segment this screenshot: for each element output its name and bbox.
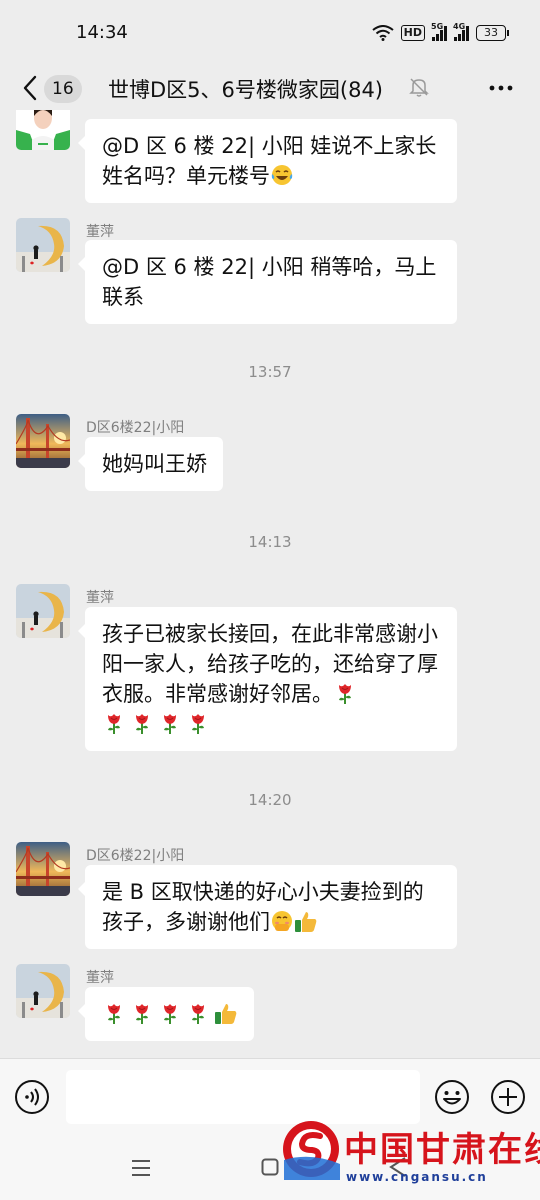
home-icon[interactable]: [261, 1158, 279, 1176]
input-bar: [0, 1058, 540, 1140]
rose-emoji-icon: [130, 711, 154, 735]
hd-icon: HD: [400, 25, 425, 41]
rose-emoji-icon: [186, 711, 210, 735]
status-bar: 14:34 HD 5G 4G 33: [0, 0, 540, 66]
message-text: 她妈叫王娇: [102, 452, 207, 476]
status-icons: HD 5G 4G 33: [372, 22, 509, 44]
wifi-icon: [372, 25, 394, 41]
crying-laughing-emoji-icon: [270, 163, 294, 187]
message-input[interactable]: [66, 1070, 420, 1124]
avatar[interactable]: [16, 414, 70, 468]
emoji-row: [102, 711, 210, 735]
sender-name: D区6楼22|小阳: [86, 420, 185, 436]
thumbs-up-emoji-icon: [294, 909, 318, 933]
status-time: 14:34: [76, 22, 128, 43]
message-bubble[interactable]: 她妈叫王娇: [78, 437, 223, 491]
message-text: 孩子已被家长接回，在此非常感谢小阳一家人，给孩子吃的，还给穿了厚衣服。非常感谢好…: [102, 622, 438, 706]
rose-emoji-icon: [158, 711, 182, 735]
sender-name: 董萍: [86, 590, 114, 606]
back-icon[interactable]: [388, 1156, 408, 1178]
thumbs-up-emoji-icon: [214, 1001, 238, 1025]
message-bubble[interactable]: @D 区 6 楼 22| 小阳 娃说不上家长姓名吗？单元楼号: [78, 119, 457, 203]
rose-emoji-icon: [130, 1001, 154, 1025]
avatar[interactable]: [16, 584, 70, 638]
mute-bell-icon: [409, 78, 429, 97]
rose-emoji-icon: [333, 681, 357, 705]
emoji-row: [102, 1001, 238, 1025]
menu-icon[interactable]: [130, 1158, 152, 1178]
avatar[interactable]: [16, 964, 70, 1018]
sender-name: 董萍: [86, 224, 114, 240]
avatar[interactable]: [16, 218, 70, 272]
sender-name: D区6楼22|小阳: [86, 848, 185, 864]
avatar[interactable]: [16, 842, 70, 896]
system-nav-bar: [0, 1140, 540, 1200]
back-chevron-icon[interactable]: [20, 72, 40, 104]
message-bubble[interactable]: [78, 987, 254, 1041]
message-bubble[interactable]: 是 B 区取快递的好心小夫妻捡到的孩子，多谢谢他们: [78, 865, 457, 949]
signal-5g-tag: 5G: [431, 22, 444, 31]
rose-emoji-icon: [102, 1001, 126, 1025]
message-bubble[interactable]: 孩子已被家长接回，在此非常感谢小阳一家人，给孩子吃的，还给穿了厚衣服。非常感谢好…: [78, 607, 457, 751]
message-text: 是 B 区取快递的好心小夫妻捡到的孩子，多谢谢他们: [102, 880, 424, 934]
signal-4g-tag: 4G: [453, 22, 466, 31]
avatar[interactable]: [16, 110, 70, 150]
more-dots-icon[interactable]: [488, 78, 514, 98]
rose-emoji-icon: [158, 1001, 182, 1025]
rose-emoji-icon: [186, 1001, 210, 1025]
message-text: @D 区 6 楼 22| 小阳 稍等哈，马上联系: [102, 255, 437, 309]
chat-header: 16 世博D区5、6号楼微家园(84): [0, 66, 540, 110]
battery-icon: 33: [476, 25, 509, 41]
rose-emoji-icon: [102, 711, 126, 735]
voice-icon[interactable]: [14, 1079, 50, 1115]
time-divider: 14:20: [248, 791, 292, 809]
emoji-icon[interactable]: [434, 1079, 470, 1115]
message-bubble[interactable]: @D 区 6 楼 22| 小阳 稍等哈，马上联系: [78, 240, 457, 324]
unread-count-badge[interactable]: 16: [44, 75, 82, 103]
shy-emoji-icon: [270, 909, 294, 933]
chat-title: 世博D区5、6号楼微家园(84): [108, 78, 383, 102]
signal-4g-icon: 4G: [453, 22, 469, 41]
time-divider: 14:13: [248, 533, 292, 551]
signal-5g-icon: 5G: [431, 22, 447, 41]
time-divider: 13:57: [248, 363, 292, 381]
plus-icon[interactable]: [490, 1079, 526, 1115]
sender-name: 董萍: [86, 970, 114, 986]
